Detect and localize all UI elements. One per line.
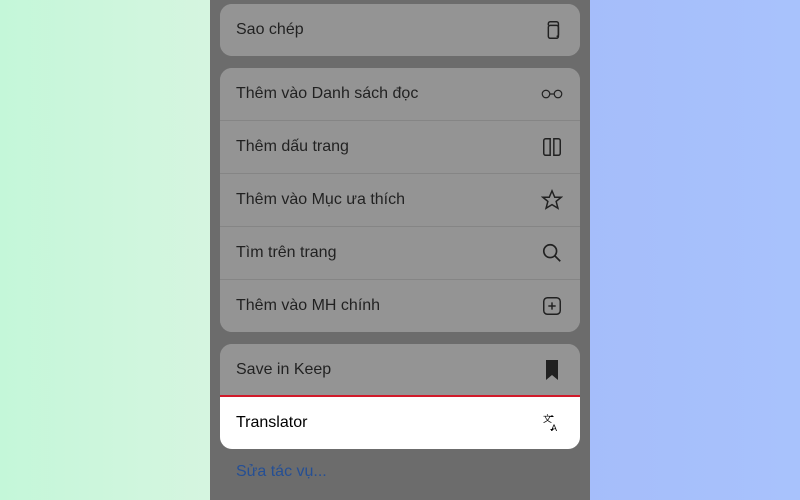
menu-item-bookmark[interactable]: Thêm dấu trang xyxy=(220,120,580,173)
menu-item-copy[interactable]: Sao chép xyxy=(220,4,580,56)
menu-label-bookmark: Thêm dấu trang xyxy=(236,138,349,156)
svg-text:A: A xyxy=(551,423,557,433)
menu-group-2: Thêm vào Danh sách đọc Thêm dấu trang Th… xyxy=(220,68,580,332)
translate-icon: 文 A xyxy=(540,411,564,435)
edit-actions-label: Sửa tác vụ... xyxy=(236,463,327,480)
menu-item-reading-list[interactable]: Thêm vào Danh sách đọc xyxy=(220,68,580,120)
menu-item-find-on-page[interactable]: Tìm trên trang xyxy=(220,226,580,279)
menu-label-copy: Sao chép xyxy=(236,21,304,39)
book-icon xyxy=(540,135,564,159)
menu-group-1: Sao chép xyxy=(220,4,580,56)
menu-item-add-to-home[interactable]: Thêm vào MH chính xyxy=(220,279,580,332)
menu-label-reading-list: Thêm vào Danh sách đọc xyxy=(236,85,418,103)
menu-label-favorites: Thêm vào Mục ưa thích xyxy=(236,191,405,209)
share-sheet-panel: Sao chép Thêm vào Danh sách đọc Thêm dấ xyxy=(210,0,590,500)
menu-label-save-in-keep: Save in Keep xyxy=(236,361,331,379)
menu-item-favorites[interactable]: Thêm vào Mục ưa thích xyxy=(220,173,580,226)
edit-actions-link[interactable]: Sửa tác vụ... xyxy=(220,449,580,495)
menu-item-save-in-keep[interactable]: Save in Keep xyxy=(220,344,580,396)
menu-group-3: Save in Keep Translator 文 A xyxy=(220,344,580,449)
menu-label-add-to-home: Thêm vào MH chính xyxy=(236,297,380,315)
bookmark-filled-icon xyxy=(540,358,564,382)
glasses-icon xyxy=(540,82,564,106)
copy-icon xyxy=(540,18,564,42)
menu-item-translator[interactable]: Translator 文 A xyxy=(220,396,580,449)
menu-label-find-on-page: Tìm trên trang xyxy=(236,244,336,262)
star-icon xyxy=(540,188,564,212)
plus-square-icon xyxy=(540,294,564,318)
menu-label-translator: Translator xyxy=(236,414,307,432)
search-icon xyxy=(540,241,564,265)
